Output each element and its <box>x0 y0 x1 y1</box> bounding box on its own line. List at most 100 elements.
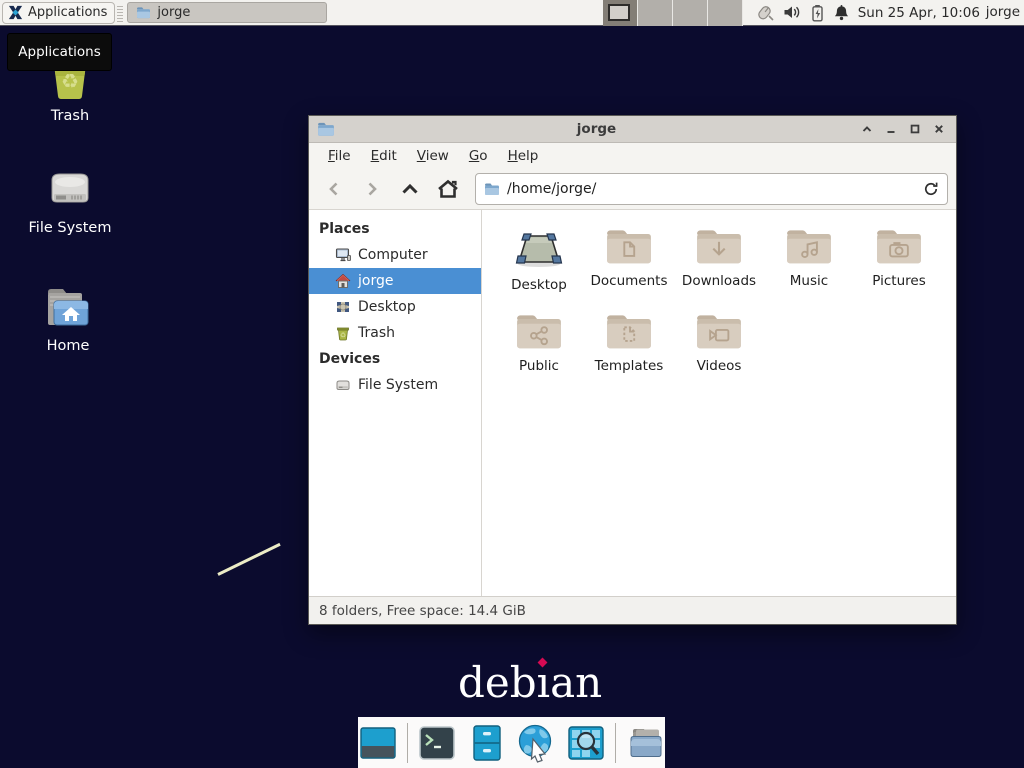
window-folder-icon <box>317 121 335 137</box>
panel-handle <box>117 4 123 22</box>
window-title: jorge <box>335 121 858 137</box>
icon-grid: Desktop Documents <box>494 218 946 374</box>
directory-menu-launcher[interactable] <box>626 723 665 763</box>
folder-label: Documents <box>591 273 668 289</box>
statusbar: 8 folders, Free space: 14.4 GiB <box>309 596 956 624</box>
web-browser-launcher[interactable] <box>516 723 556 763</box>
debian-logo: debıan <box>458 658 602 707</box>
computer-icon <box>335 247 351 263</box>
trash-icon: ♻ <box>335 325 351 341</box>
sidebar-item-label: File System <box>358 377 438 393</box>
close-button[interactable] <box>930 120 948 138</box>
taskbar-window-button[interactable]: jorge <box>127 2 327 23</box>
menu-go[interactable]: Go <box>460 145 497 167</box>
shade-button[interactable] <box>858 120 876 138</box>
minimize-button[interactable] <box>882 120 900 138</box>
menu-edit[interactable]: Edit <box>362 145 406 167</box>
reload-icon[interactable] <box>923 181 939 197</box>
applications-menu-button[interactable]: Applications <box>2 2 115 24</box>
maximize-button[interactable] <box>906 120 924 138</box>
desktop-icon <box>335 299 351 315</box>
sidebar-item-jorge[interactable]: jorge <box>309 268 481 294</box>
top-panel: Applications jorge <box>0 0 1024 26</box>
workspace-2[interactable] <box>638 0 673 26</box>
dock-panel <box>358 717 665 768</box>
notifications-bell-icon[interactable] <box>833 4 850 22</box>
sidebar-item-file-system[interactable]: File System <box>309 372 481 398</box>
up-button[interactable] <box>393 173 427 205</box>
folder-item-downloads[interactable]: Downloads <box>674 218 764 293</box>
volume-icon[interactable] <box>783 4 802 21</box>
workspace-switcher <box>603 0 743 26</box>
applications-label: Applications <box>28 5 107 20</box>
desktop-icon-label: Home <box>47 338 90 354</box>
desktop-icon-label: Trash <box>51 108 89 124</box>
dock-separator <box>407 723 408 763</box>
templates-folder-icon <box>604 309 654 353</box>
drive-icon <box>335 377 351 393</box>
battery-icon[interactable] <box>810 4 825 22</box>
workspace-1[interactable] <box>603 0 638 26</box>
sidebar-item-label: jorge <box>358 273 393 289</box>
window-titlebar[interactable]: jorge <box>309 116 956 143</box>
sidebar-item-desktop[interactable]: Desktop <box>309 294 481 320</box>
sidebar-item-label: Trash <box>358 325 395 341</box>
system-tray <box>753 3 850 23</box>
folder-item-desktop[interactable]: Desktop <box>494 218 584 293</box>
terminal-launcher[interactable] <box>418 723 457 763</box>
folder-item-public[interactable]: Public <box>494 303 584 374</box>
forward-button[interactable] <box>355 173 389 205</box>
folder-contents-view[interactable]: Desktop Documents <box>482 210 956 596</box>
taskbar-window-label: jorge <box>157 5 190 20</box>
folder-item-music[interactable]: Music <box>764 218 854 293</box>
workspace-4[interactable] <box>708 0 743 26</box>
music-folder-icon <box>784 224 834 268</box>
menu-file[interactable]: File <box>319 145 360 167</box>
svg-text:♻: ♻ <box>340 332 346 340</box>
desktop-workspace-icon <box>513 224 565 272</box>
sidebar-item-label: Desktop <box>358 299 416 315</box>
folder-label: Desktop <box>511 277 567 293</box>
folder-item-templates[interactable]: Templates <box>584 303 674 374</box>
videos-folder-icon <box>694 309 744 353</box>
home-folder-icon <box>42 284 94 332</box>
folder-item-documents[interactable]: Documents <box>584 218 674 293</box>
desktop-icon-file-system[interactable]: File System <box>18 164 122 236</box>
sidebar-item-trash[interactable]: ♻ Trash <box>309 320 481 346</box>
places-header: Places <box>309 216 481 242</box>
folder-label: Music <box>790 273 828 289</box>
current-path[interactable]: /home/jorge/ <box>507 181 916 197</box>
menu-view[interactable]: View <box>408 145 458 167</box>
sidebar: Places Computer <box>309 210 482 596</box>
panel-clock[interactable]: Sun 25 Apr, 10:06 <box>858 5 980 21</box>
public-folder-icon <box>514 309 564 353</box>
desktop-icon-home[interactable]: Home <box>16 284 120 354</box>
sidebar-item-computer[interactable]: Computer <box>309 242 481 268</box>
statusbar-text: 8 folders, Free space: 14.4 GiB <box>319 603 526 619</box>
hard-drive-icon <box>44 164 96 214</box>
location-bar[interactable]: /home/jorge/ <box>475 173 948 205</box>
home-button[interactable] <box>431 173 465 205</box>
folder-label: Templates <box>595 358 664 374</box>
workspace-3[interactable] <box>673 0 708 26</box>
folder-label: Videos <box>697 358 742 374</box>
svg-text:♻: ♻ <box>61 69 79 93</box>
file-manager-launcher[interactable] <box>467 723 506 763</box>
toolbar: /home/jorge/ <box>309 168 956 210</box>
mouse-settings-icon[interactable] <box>753 3 775 23</box>
desktop-icon-label: File System <box>29 220 112 236</box>
applications-icon <box>7 4 24 21</box>
folder-label: Public <box>519 358 559 374</box>
pictures-folder-icon <box>874 224 924 268</box>
documents-folder-icon <box>604 224 654 268</box>
pointer-trail-artifact <box>217 543 280 576</box>
app-finder-launcher[interactable] <box>566 723 605 763</box>
back-button[interactable] <box>317 173 351 205</box>
folder-item-pictures[interactable]: Pictures <box>854 218 944 293</box>
home-icon <box>335 273 351 289</box>
show-desktop-button[interactable] <box>358 723 397 763</box>
dock-separator <box>615 723 616 763</box>
folder-item-videos[interactable]: Videos <box>674 303 764 374</box>
menu-help[interactable]: Help <box>499 145 548 167</box>
session-user-label: jorge <box>986 4 1020 20</box>
